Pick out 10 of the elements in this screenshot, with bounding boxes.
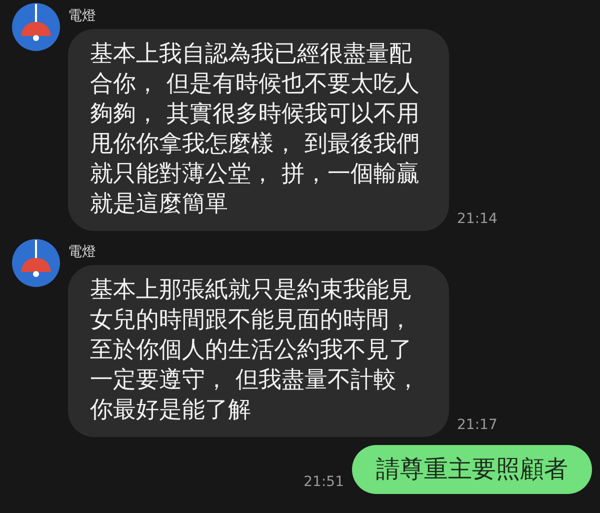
message-time: 21:17 <box>457 417 498 433</box>
message-bubble: 基本上那張紙就只是約束我能見女兒的時間跟不能見面的時間，至於你個人的生活公約我不見了一定要遵守， 但我盡量不計較，你最好是能了解 <box>68 265 449 437</box>
message-bubble: 請尊重主要照顧者 <box>352 445 592 494</box>
sender-name: 電燈 <box>68 243 97 261</box>
message-bubble: 基本上我自認為我已經很盡量配合你， 但是有時候也不要太吃人夠夠， 其實很多時候我可以不用甩你你拿我怎麼樣， 到最後我們就只能對薄公堂， 拼，一個輸贏就是這麼簡單 <box>68 29 449 231</box>
sender-name: 電燈 <box>68 7 97 25</box>
message-time: 21:51 <box>304 474 344 490</box>
lamp-avatar-icon <box>12 239 60 287</box>
message-time: 21:14 <box>457 211 498 227</box>
lamp-avatar-icon <box>12 3 60 51</box>
